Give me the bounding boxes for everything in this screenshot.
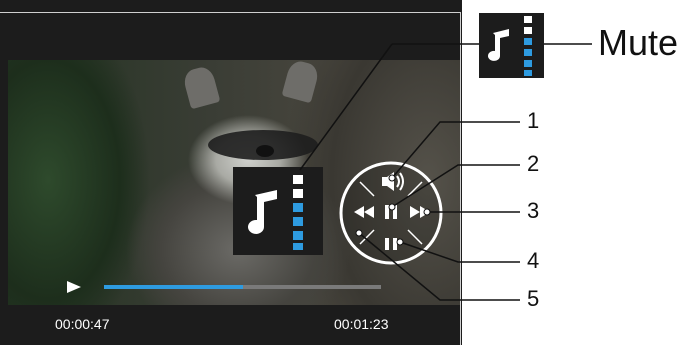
callout-5: 5 <box>527 286 540 311</box>
frame-border-right <box>460 12 461 345</box>
music-note-icon <box>248 175 303 250</box>
audio-track-badge[interactable] <box>233 167 323 255</box>
callout-1: 1 <box>527 108 540 133</box>
current-time: 00:00:47 <box>55 316 110 332</box>
raccoon-ear-left <box>181 64 221 110</box>
callout-4: 4 <box>527 248 540 273</box>
mute-label: Mute <box>598 22 679 63</box>
progress-bar[interactable] <box>104 285 381 289</box>
frame-border-top <box>0 12 460 13</box>
raccoon-nose <box>256 145 274 157</box>
progress-fill <box>104 285 243 289</box>
audio-mute-icon <box>479 13 544 78</box>
callout-2: 2 <box>527 151 540 176</box>
music-note-icon-small <box>488 16 532 76</box>
play-icon[interactable] <box>66 279 82 295</box>
total-time: 00:01:23 <box>334 316 389 332</box>
control-wheel[interactable] <box>338 160 444 266</box>
raccoon-ear-right <box>281 60 321 104</box>
callout-3: 3 <box>527 198 540 223</box>
